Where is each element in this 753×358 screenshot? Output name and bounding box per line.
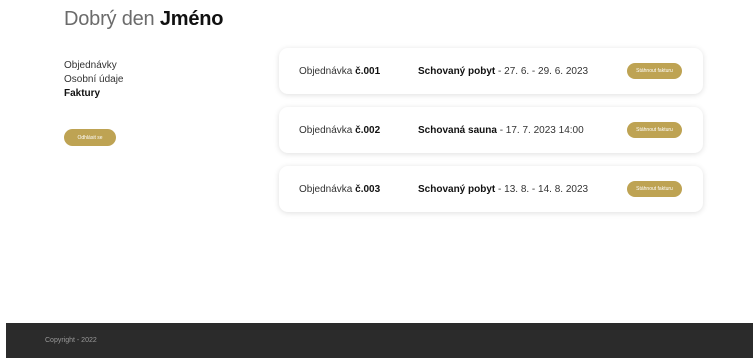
order-description: Schovaný pobyt - 27. 6. - 29. 6. 2023	[418, 66, 588, 77]
order-number: Objednávka č.001	[299, 66, 380, 77]
order-id: č.003	[355, 183, 381, 195]
invoice-list: Objednávka č.001 Schovaný pobyt - 27. 6.…	[279, 48, 703, 225]
logout-button[interactable]: Odhlásit se	[64, 129, 116, 146]
order-title: Schovaný pobyt	[418, 183, 496, 195]
order-id: č.001	[355, 65, 381, 77]
invoice-card: Objednávka č.001 Schovaný pobyt - 27. 6.…	[279, 48, 703, 94]
order-dates: - 13. 8. - 14. 8. 2023	[495, 183, 589, 195]
sidebar-item-orders[interactable]: Objednávky	[64, 59, 124, 73]
order-dates: - 17. 7. 2023 14:00	[496, 124, 584, 136]
order-dates: - 27. 6. - 29. 6. 2023	[495, 65, 589, 77]
page-title: Dobrý den Jméno	[64, 8, 224, 31]
download-invoice-button[interactable]: Stáhnout fakturu	[627, 122, 682, 138]
sidebar-item-personal-data[interactable]: Osobní údaje	[64, 73, 124, 87]
order-title: Schovaná sauna	[418, 124, 497, 136]
download-invoice-button[interactable]: Stáhnout fakturu	[627, 181, 682, 197]
user-name: Jméno	[159, 8, 224, 30]
order-number: Objednávka č.003	[299, 184, 380, 195]
order-prefix: Objednávka	[299, 183, 353, 195]
account-sidebar: Objednávky Osobní údaje Faktury	[64, 59, 124, 101]
order-title: Schovaný pobyt	[418, 65, 496, 77]
copyright-text: Copyright - 2022	[45, 337, 97, 344]
order-description: Schovaný pobyt - 13. 8. - 14. 8. 2023	[418, 184, 588, 195]
order-id: č.002	[355, 124, 381, 136]
sidebar-item-invoices[interactable]: Faktury	[64, 87, 124, 101]
order-description: Schovaná sauna - 17. 7. 2023 14:00	[418, 125, 584, 136]
site-footer: Copyright - 2022	[6, 323, 753, 358]
greeting-prefix: Dobrý den	[64, 8, 155, 30]
order-prefix: Objednávka	[299, 124, 353, 136]
invoice-card: Objednávka č.002 Schovaná sauna - 17. 7.…	[279, 107, 703, 153]
order-number: Objednávka č.002	[299, 125, 380, 136]
order-prefix: Objednávka	[299, 65, 353, 77]
invoice-card: Objednávka č.003 Schovaný pobyt - 13. 8.…	[279, 166, 703, 212]
download-invoice-button[interactable]: Stáhnout fakturu	[627, 63, 682, 79]
